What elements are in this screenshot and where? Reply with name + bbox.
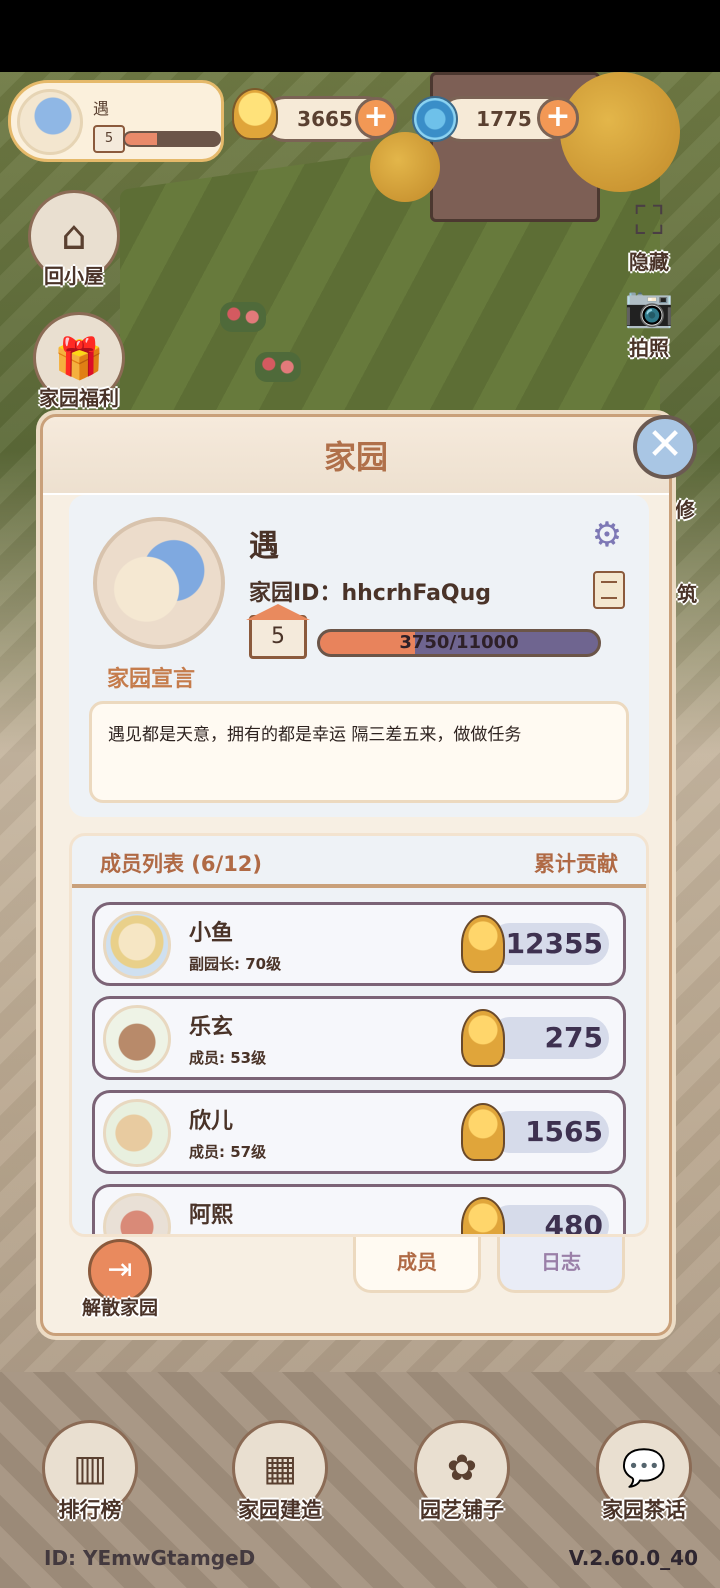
member-name: 欣儿 xyxy=(189,1109,234,1134)
home-name: 遇 xyxy=(249,529,279,564)
player-profile-card[interactable]: 遇 5 xyxy=(8,80,224,162)
add-coins-button[interactable]: + xyxy=(355,97,397,139)
home-chat-button[interactable]: 💬 家园茶话 xyxy=(582,1420,706,1524)
disband-home-button[interactable]: ⇥ 解散家园 xyxy=(65,1239,175,1320)
home-id-value: hhcrhFaQug xyxy=(341,581,492,606)
member-list-header: 成员列表 (6/12) 累计贡献 xyxy=(72,836,646,888)
add-gems-button[interactable]: + xyxy=(537,97,579,139)
member-name: 乐玄 xyxy=(189,1015,234,1040)
flower-bed xyxy=(255,352,301,382)
version-text: V.2.60.0_40 xyxy=(568,1546,698,1570)
member-contribution: 1565 xyxy=(525,1115,603,1148)
hide-label: 隐藏 xyxy=(629,250,669,274)
player-name: 遇 xyxy=(93,99,110,118)
member-list[interactable]: 成员列表 (6/12) 累计贡献 小鱼 副园长: 70级 12355 乐玄 成员… xyxy=(69,833,649,1237)
member-row[interactable]: 欣儿 成员: 57级 1565 xyxy=(92,1090,626,1174)
xp-text: 3750/11000 xyxy=(399,632,519,653)
home-chat-label: 家园茶话 xyxy=(602,1498,686,1522)
coin-icon xyxy=(232,88,278,140)
declaration-title: 家园宣言 xyxy=(107,667,196,692)
photo-button[interactable]: 📷 拍照 xyxy=(614,282,684,361)
xp-progress-bar: 3750/11000 xyxy=(317,629,601,657)
home-benefits-button[interactable]: 🎁 家园福利 xyxy=(14,312,144,411)
home-build-button[interactable]: ▦ 家园建造 xyxy=(218,1420,342,1524)
photo-label: 拍照 xyxy=(629,336,669,360)
garden-shop-button[interactable]: ✿ 园艺铺子 xyxy=(400,1420,524,1524)
home-build-label: 家园建造 xyxy=(238,1498,322,1522)
avatar xyxy=(103,911,171,979)
home-id-label: 家园ID： xyxy=(249,581,342,606)
home-info-box: 遇 家园ID：hhcrhFaQug ⚙ 5 3750/11000 家园宣言 遇见… xyxy=(69,495,649,817)
avatar xyxy=(103,1005,171,1073)
tab-log[interactable]: 日志 xyxy=(497,1237,625,1293)
hide-icon: ⛶ xyxy=(635,198,663,244)
member-role: 副园长: 70级 xyxy=(189,955,282,973)
avatar xyxy=(103,1099,171,1167)
member-contribution: 275 xyxy=(544,1021,603,1054)
camera-icon: 📷 xyxy=(624,284,674,330)
panel-title: 家园 xyxy=(43,417,669,495)
member-role: 成员: 57级 xyxy=(189,1143,267,1161)
ranking-label: 排行榜 xyxy=(58,1498,122,1522)
avatar[interactable] xyxy=(17,89,83,155)
tree xyxy=(370,132,440,202)
return-home-button[interactable]: ⌂ 回小屋 xyxy=(14,190,134,289)
member-row[interactable]: 小鱼 副园长: 70级 12355 xyxy=(92,902,626,986)
member-role: 成员: 53级 xyxy=(189,1049,267,1067)
home-panel: 家园 ✕ 遇 家园ID：hhcrhFaQug ⚙ 5 3750/11000 家园… xyxy=(40,414,697,1336)
gear-icon[interactable]: ⚙ xyxy=(587,515,627,555)
member-name: 小鱼 xyxy=(189,921,234,946)
tab-members[interactable]: 成员 xyxy=(353,1237,481,1293)
avatar xyxy=(103,1193,171,1234)
coin-counter: 3665 + xyxy=(262,96,397,142)
return-home-label: 回小屋 xyxy=(44,264,104,288)
swirl-gem-icon xyxy=(412,96,458,142)
close-button[interactable]: ✕ xyxy=(633,415,697,479)
tree xyxy=(560,72,680,192)
declaration-text[interactable]: 遇见都是天意，拥有的都是幸运 隔三差五来，做做任务 xyxy=(89,701,629,803)
home-benefits-label: 家园福利 xyxy=(39,386,119,410)
level-progress-fill xyxy=(125,133,157,145)
disband-home-label: 解散家园 xyxy=(81,1297,158,1319)
contribution-title: 累计贡献 xyxy=(534,852,618,876)
copy-icon[interactable] xyxy=(593,571,625,609)
level-progress-bar xyxy=(123,131,221,147)
member-list-title: 成员列表 (6/12) xyxy=(100,852,263,876)
member-row[interactable]: 乐玄 成员: 53级 275 xyxy=(92,996,626,1080)
home-level-badge: 5 xyxy=(249,615,307,659)
home-avatar[interactable] xyxy=(93,517,225,649)
member-contribution: 12355 xyxy=(505,927,603,960)
member-name: 阿熙 xyxy=(189,1203,234,1228)
member-contribution: 480 xyxy=(544,1209,603,1237)
member-row[interactable]: 阿熙 480 xyxy=(92,1184,626,1237)
ranking-button[interactable]: ▥ 排行榜 xyxy=(30,1420,150,1524)
garden-shop-label: 园艺铺子 xyxy=(420,1498,504,1522)
close-icon: ✕ xyxy=(646,419,684,470)
player-id-text: ID: YEmwGtamgeD xyxy=(44,1546,256,1570)
home-level-badge: 5 xyxy=(93,125,125,153)
hide-ui-button[interactable]: ⛶ 隐藏 xyxy=(614,196,684,275)
home-id: 家园ID：hhcrhFaQug xyxy=(249,575,491,607)
flower-bed xyxy=(220,302,266,332)
